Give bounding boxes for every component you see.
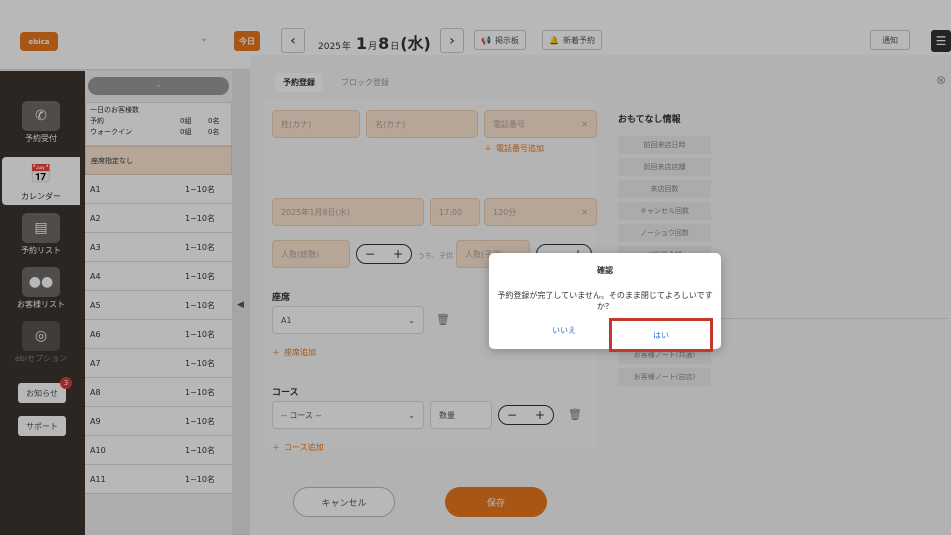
dialog-message: 予約登録が完了していません。そのまま閉じてよろしいですか？ bbox=[497, 291, 713, 311]
dialog-title: 確認 bbox=[597, 266, 613, 275]
confirm-dialog: 確認 予約登録が完了していません。そのまま閉じてよろしいですか？ いいえ はい bbox=[489, 253, 721, 352]
modal-overlay bbox=[0, 0, 951, 535]
no-button[interactable]: いいえ bbox=[529, 325, 599, 336]
yes-button[interactable]: はい bbox=[609, 318, 713, 352]
